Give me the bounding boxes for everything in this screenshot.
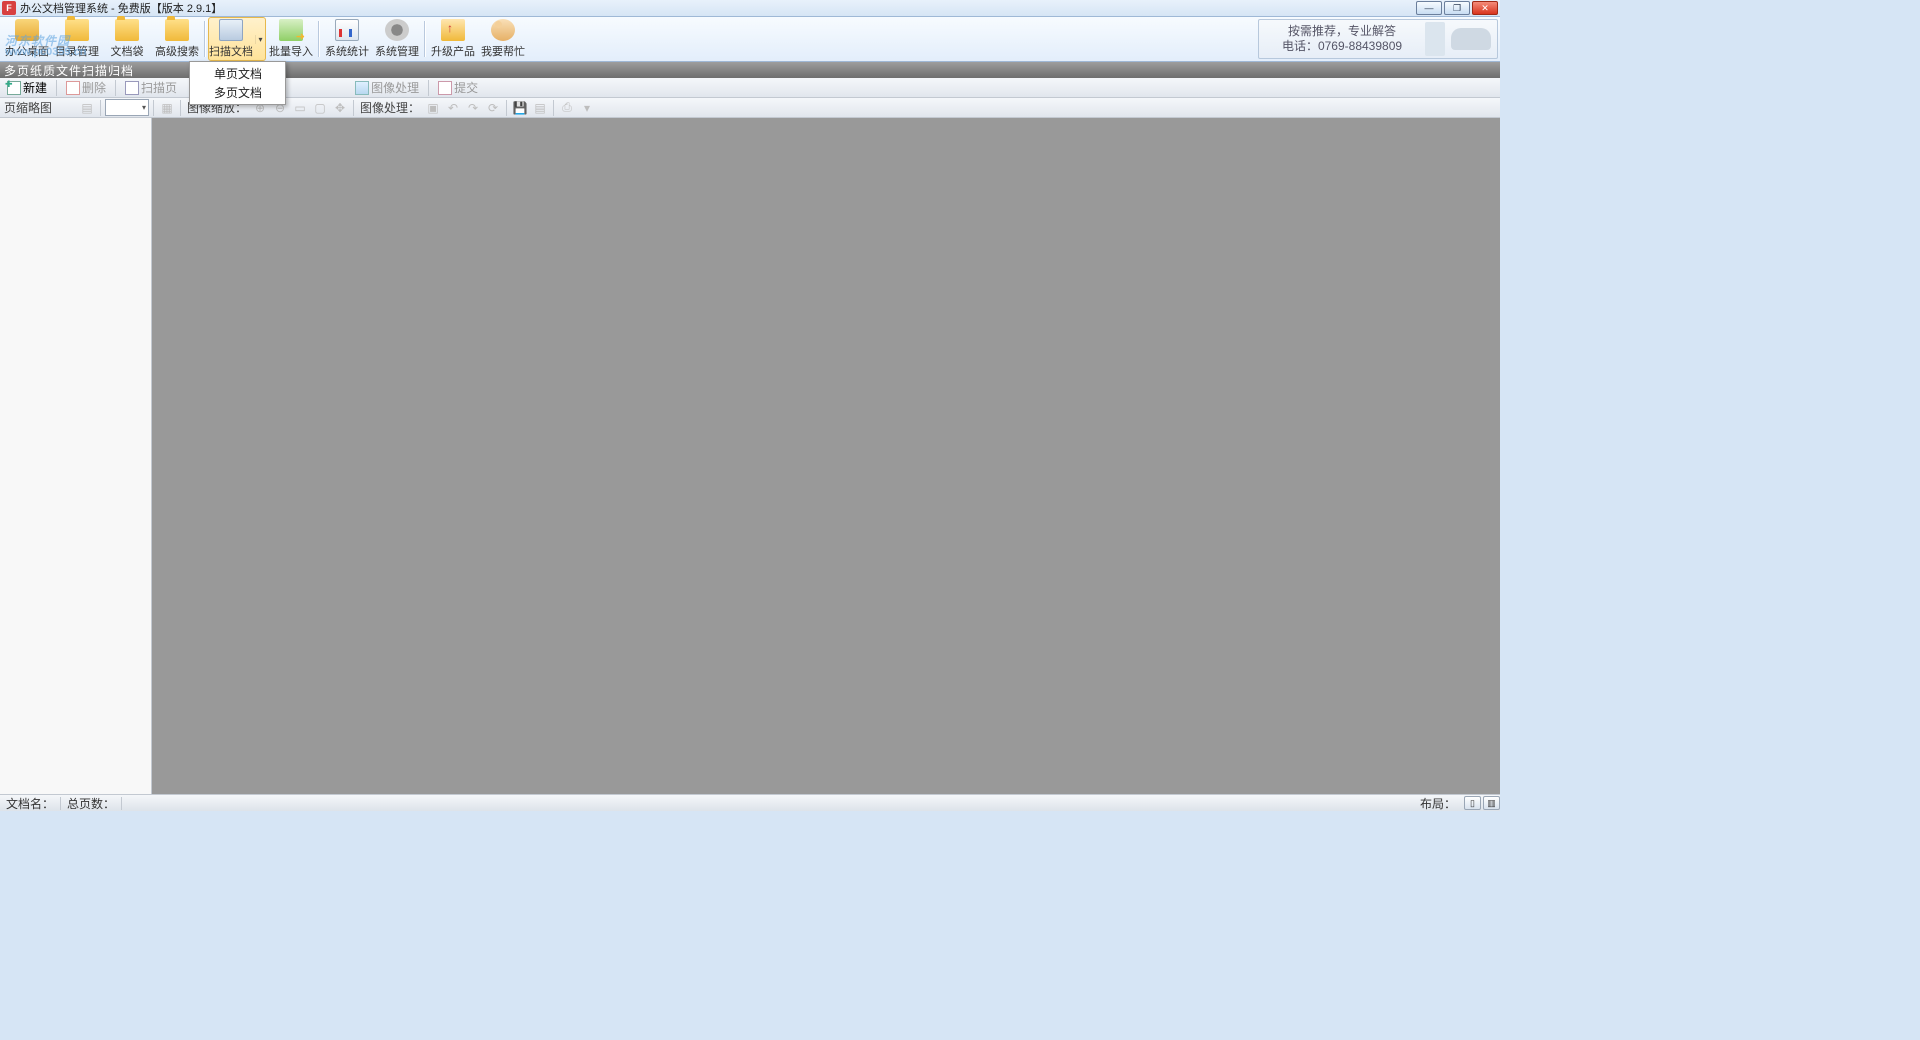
canvas-area[interactable] xyxy=(152,118,1500,794)
help-icon xyxy=(491,19,515,41)
scan-page-icon xyxy=(125,81,139,95)
chevron-down-icon: ▾ xyxy=(142,103,146,112)
ad-decor-icon xyxy=(1425,22,1445,56)
sysmgr-button[interactable]: 系统管理 xyxy=(372,17,422,61)
actual-size-icon[interactable]: ✥ xyxy=(331,99,349,117)
submit-button[interactable]: 提交 xyxy=(433,79,483,97)
ad-banner[interactable]: 按需推荐，专业解答 电话：0769-88439809 xyxy=(1258,19,1498,59)
layout-dual-button[interactable]: ▥ xyxy=(1483,796,1500,810)
new-doc-icon xyxy=(7,81,21,95)
home-button[interactable]: 办公桌面 xyxy=(2,17,52,61)
workspace xyxy=(0,118,1500,794)
title-bar: F 办公文档管理系统 - 免费版【版本 2.9.1】 xyxy=(0,0,1500,17)
scanner-icon xyxy=(219,19,243,41)
home-icon xyxy=(15,19,39,41)
close-button[interactable]: ✕ xyxy=(1472,1,1498,15)
ad-text: 按需推荐，专业解答 电话：0769-88439809 xyxy=(1265,24,1419,54)
app-icon: F xyxy=(2,1,16,15)
save-icon[interactable]: 💾 xyxy=(511,99,529,117)
thumbnail-label: 页缩略图 xyxy=(2,99,54,116)
scan-dropdown-menu: 单页文档 多页文档 xyxy=(189,61,286,105)
status-layout-label: 布局： xyxy=(1414,795,1462,812)
section-title: 多页纸质文件扫描归档 xyxy=(4,62,134,79)
toolbar-separator xyxy=(424,21,426,57)
import-icon xyxy=(279,19,303,41)
status-docname: 文档名： xyxy=(0,795,60,812)
minimize-button[interactable]: — xyxy=(1416,1,1442,15)
delete-button[interactable]: 删除 xyxy=(61,79,111,97)
menu-item-multi-page[interactable]: 多页文档 xyxy=(190,83,285,102)
thumbnail-pane[interactable] xyxy=(0,118,152,794)
upgrade-button[interactable]: 升级产品 xyxy=(428,17,478,61)
status-bar: 文档名： 总页数： 布局： ▯ ▥ xyxy=(0,794,1500,811)
separator xyxy=(56,80,57,96)
toolbar-separator xyxy=(204,21,206,57)
rotate-icon[interactable]: ⟳ xyxy=(484,99,502,117)
image-icon xyxy=(355,81,369,95)
scan-doc-button[interactable]: 扫描文档 ▾ xyxy=(208,17,266,61)
scan-page-button[interactable]: 扫描页 xyxy=(120,79,182,97)
crop-icon[interactable]: ▣ xyxy=(424,99,442,117)
help-button[interactable]: 我要帮忙 xyxy=(478,17,528,61)
fit-page-icon[interactable]: ▢ xyxy=(311,99,329,117)
separator xyxy=(428,80,429,96)
toolbar-separator xyxy=(318,21,320,57)
submit-icon xyxy=(438,81,452,95)
stats-button[interactable]: 系统统计 xyxy=(322,17,372,61)
upgrade-icon xyxy=(441,19,465,41)
docbag-button[interactable]: 文档袋 xyxy=(102,17,152,61)
chart-icon xyxy=(335,19,359,41)
thumb-tool-icon[interactable]: ▤ xyxy=(78,99,96,117)
folder-icon xyxy=(65,19,89,41)
chevron-down-icon[interactable]: ▾ xyxy=(255,35,265,44)
window-title: 办公文档管理系统 - 免费版【版本 2.9.1】 xyxy=(20,0,222,16)
layout-single-button[interactable]: ▯ xyxy=(1464,796,1481,810)
thumb-size-combo[interactable]: ▾ xyxy=(105,99,149,116)
advanced-search-button[interactable]: 高级搜索 xyxy=(152,17,202,61)
window-controls: — ❐ ✕ xyxy=(1416,1,1498,15)
separator xyxy=(115,80,116,96)
new-button[interactable]: 新建 xyxy=(2,79,52,97)
undo-icon[interactable]: ↶ xyxy=(444,99,462,117)
gear-icon xyxy=(385,19,409,41)
imgproc-label: 图像处理： xyxy=(358,99,422,116)
print-icon[interactable]: ⎙ xyxy=(558,99,576,117)
docbag-icon xyxy=(115,19,139,41)
catalog-button[interactable]: 目录管理 xyxy=(52,17,102,61)
image-process-button[interactable]: 图像处理 xyxy=(350,79,424,97)
fit-width-icon[interactable]: ▭ xyxy=(291,99,309,117)
page-tool-icon[interactable]: ▦ xyxy=(158,99,176,117)
redo-icon[interactable]: ↷ xyxy=(464,99,482,117)
search-icon xyxy=(165,19,189,41)
batch-import-button[interactable]: 批量导入 xyxy=(266,17,316,61)
menu-item-single-page[interactable]: 单页文档 xyxy=(190,64,285,83)
delete-icon xyxy=(66,81,80,95)
maximize-button[interactable]: ❐ xyxy=(1444,1,1470,15)
status-pagecount: 总页数： xyxy=(61,795,121,812)
save-all-icon[interactable]: ▤ xyxy=(531,99,549,117)
print-arrow-icon[interactable]: ▾ xyxy=(578,99,596,117)
scanner-illustration-icon xyxy=(1451,28,1491,50)
